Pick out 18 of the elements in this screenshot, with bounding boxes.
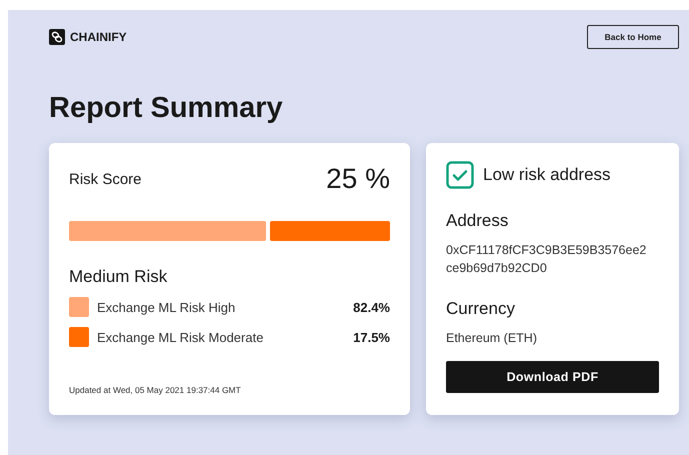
legend-label: Exchange ML Risk Moderate [97, 330, 264, 344]
legend-value: 17.5% [353, 330, 390, 344]
legend-value: 82.4% [353, 300, 390, 314]
risk-category: Medium Risk [69, 267, 168, 287]
back-to-home-button[interactable]: Back to Home [587, 25, 679, 49]
risk-score-label: Risk Score [69, 170, 142, 188]
download-pdf-button[interactable]: Download PDF [446, 361, 659, 393]
updated-timestamp: Updated at Wed, 05 May 2021 19:37:44 GMT [69, 385, 242, 395]
page-title: Report Summary [49, 91, 284, 125]
chain-logo-icon [49, 29, 65, 45]
address-heading: Address [446, 211, 510, 231]
currency-heading: Currency [446, 299, 516, 319]
risk-score-value: 25 % [326, 163, 390, 195]
address-value: 0xCF11178fCF3C9B3E59B3576ee2ce9b69d7b92CD0 [446, 242, 648, 277]
legend-label: Exchange ML Risk High [97, 300, 236, 314]
currency-value: Ethereum (ETH) [446, 330, 538, 347]
brand-name: CHAINIFY [70, 30, 127, 44]
status-text: Low risk address [483, 165, 611, 185]
